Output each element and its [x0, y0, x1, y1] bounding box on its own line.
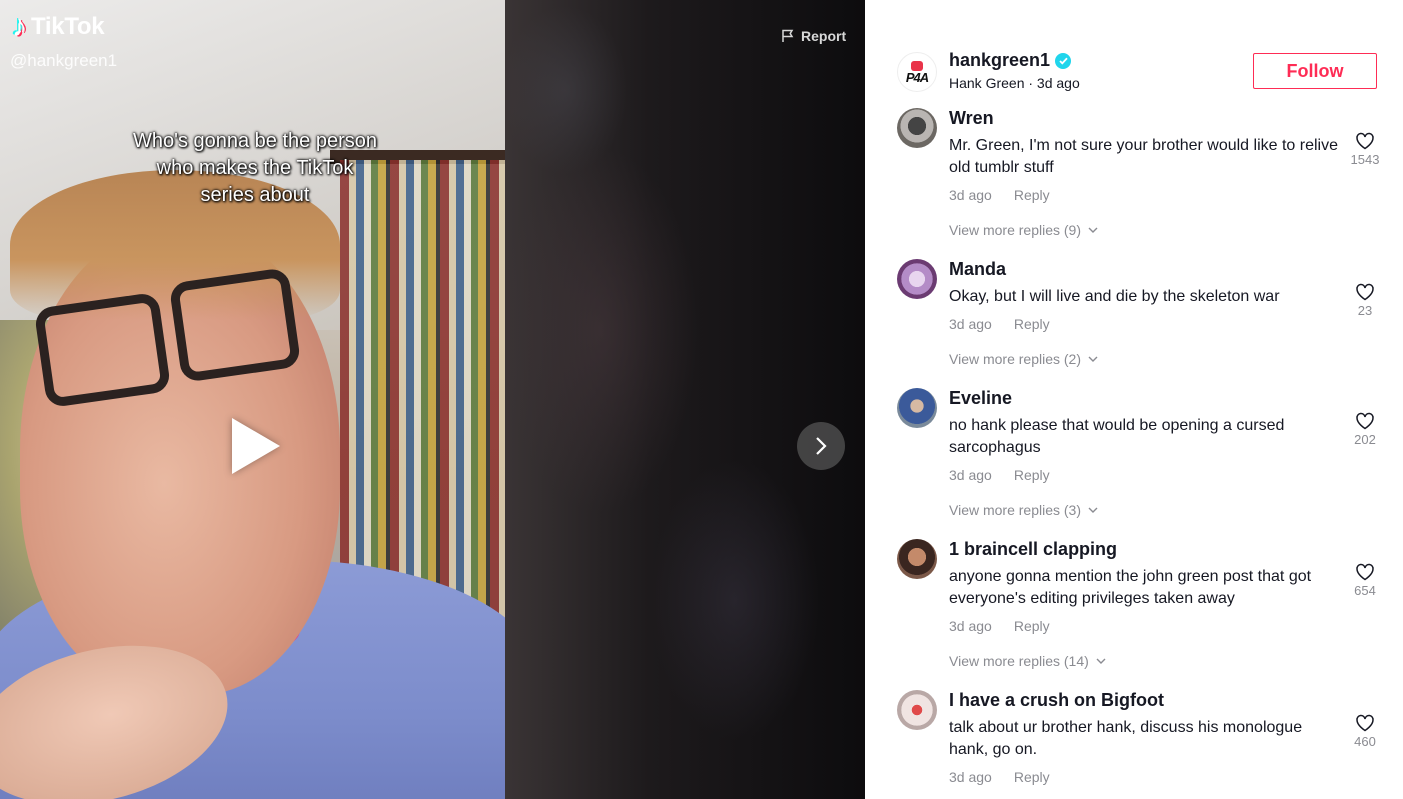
logo-text: TikTok: [31, 13, 105, 40]
view-more-replies[interactable]: View more replies (14): [949, 653, 1106, 669]
comment-text: Okay, but I will live and die by the ske…: [949, 288, 1280, 305]
next-video-button[interactable]: [797, 422, 845, 470]
flag-icon: [782, 29, 794, 42]
view-more-replies[interactable]: View more replies (2): [949, 351, 1098, 367]
blurred-background: [505, 0, 865, 799]
comment-meta: 3d ago Reply: [949, 316, 1050, 332]
commenter-avatar[interactable]: [897, 108, 937, 148]
report-button[interactable]: Report: [781, 28, 846, 44]
comment-meta: 3d ago Reply: [949, 769, 1050, 785]
view-more-label: View more replies (3): [949, 502, 1082, 518]
report-label: Report: [801, 28, 847, 44]
commenter-name[interactable]: 1 braincell clapping: [949, 539, 1117, 560]
commenter-avatar[interactable]: [897, 539, 937, 579]
commenter-name[interactable]: Wren: [949, 108, 994, 129]
view-more-replies[interactable]: View more replies (9): [949, 222, 1098, 238]
heart-icon: [1356, 132, 1374, 150]
comment-text: talk about ur brother hank, discuss his …: [949, 719, 1303, 758]
comment-time: 3d ago: [949, 316, 992, 332]
comment-time: 3d ago: [949, 618, 992, 634]
caption-line: who makes the TikTok: [156, 157, 354, 179]
comment-text: Mr. Green, I'm not sure your brother wou…: [949, 137, 1338, 176]
comments-panel: P4A hankgreen1 Hank Green · 3d ago Follo…: [865, 0, 1403, 799]
heart-logo-icon: [911, 60, 923, 71]
like-button[interactable]: 202: [1347, 412, 1383, 447]
comment-text: no hank please that would be opening a c…: [949, 417, 1285, 456]
author-username[interactable]: hankgreen1: [949, 50, 1050, 71]
like-button[interactable]: 460: [1347, 714, 1383, 749]
caption-line: series about: [200, 184, 310, 206]
heart-icon: [1356, 283, 1374, 301]
view-more-replies[interactable]: View more replies (3): [949, 502, 1098, 518]
commenter-avatar[interactable]: [897, 690, 937, 730]
video-player[interactable]: Who's gonna be the person who makes the …: [0, 0, 505, 799]
commenter-name[interactable]: I have a crush on Bigfoot: [949, 690, 1164, 711]
commenter-avatar[interactable]: [897, 388, 937, 428]
commenter-avatar[interactable]: [897, 259, 937, 299]
video-glasses-right: [168, 267, 302, 383]
like-count: 654: [1354, 583, 1376, 598]
video-area: Who's gonna be the person who makes the …: [0, 0, 865, 799]
author-subtitle: Hank Green · 3d ago: [949, 75, 1080, 91]
view-more-label: View more replies (2): [949, 351, 1082, 367]
view-more-label: View more replies (14): [949, 653, 1089, 669]
commenter-name[interactable]: Manda: [949, 259, 1006, 280]
comment-meta: 3d ago Reply: [949, 467, 1050, 483]
commenter-name[interactable]: Eveline: [949, 388, 1012, 409]
verified-badge-icon: [1055, 52, 1072, 69]
reply-button[interactable]: Reply: [1014, 769, 1050, 785]
chevron-right-icon: [816, 437, 827, 455]
reply-button[interactable]: Reply: [1014, 618, 1050, 634]
comment-time: 3d ago: [949, 187, 992, 203]
comment-time: 3d ago: [949, 467, 992, 483]
chevron-down-icon: [1096, 658, 1106, 664]
heart-icon: [1356, 563, 1374, 581]
like-button[interactable]: 1543: [1347, 132, 1383, 167]
video-glasses-left: [33, 291, 172, 409]
tiktok-note-icon: ♪: [12, 10, 27, 43]
author-avatar-text: P4A: [905, 69, 929, 85]
comment-text: anyone gonna mention the john green post…: [949, 568, 1312, 607]
reply-button[interactable]: Reply: [1014, 187, 1050, 203]
heart-icon: [1356, 412, 1374, 430]
chevron-down-icon: [1088, 507, 1098, 513]
play-icon[interactable]: [232, 418, 280, 474]
author-avatar[interactable]: P4A: [897, 52, 937, 92]
chevron-down-icon: [1088, 356, 1098, 362]
video-caption: Who's gonna be the person who makes the …: [90, 128, 420, 209]
reply-button[interactable]: Reply: [1014, 467, 1050, 483]
comment-meta: 3d ago Reply: [949, 618, 1050, 634]
heart-icon: [1356, 714, 1374, 732]
follow-button[interactable]: Follow: [1253, 53, 1377, 89]
video-handle-watermark: @hankgreen1: [10, 51, 118, 70]
reply-button[interactable]: Reply: [1014, 316, 1050, 332]
like-button[interactable]: 23: [1347, 283, 1383, 318]
like-count: 23: [1357, 303, 1373, 318]
comment-meta: 3d ago Reply: [949, 187, 1050, 203]
like-count: 202: [1354, 432, 1376, 447]
view-more-label: View more replies (9): [949, 222, 1082, 238]
tiktok-logo[interactable]: ♪ TikTok: [12, 10, 105, 43]
caption-line: Who's gonna be the person: [133, 130, 377, 152]
comment-time: 3d ago: [949, 769, 992, 785]
like-count: 460: [1354, 734, 1376, 749]
like-count: 1543: [1350, 152, 1380, 167]
chevron-down-icon: [1088, 227, 1098, 233]
author-name-row: hankgreen1: [949, 50, 1072, 71]
like-button[interactable]: 654: [1347, 563, 1383, 598]
